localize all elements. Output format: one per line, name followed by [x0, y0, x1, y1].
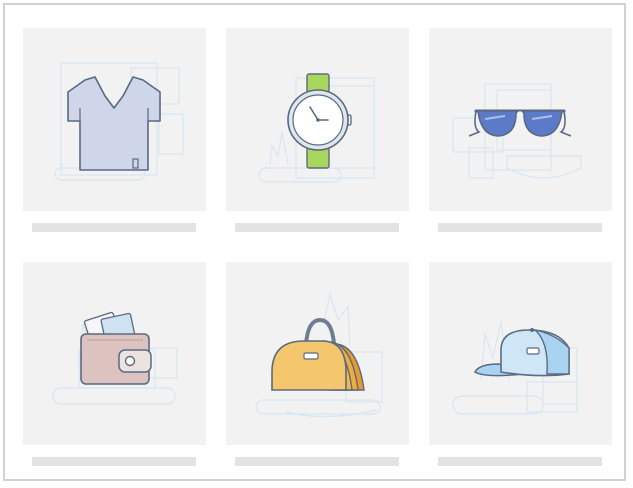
- product-card[interactable]: [226, 28, 409, 232]
- product-image[interactable]: [226, 28, 409, 211]
- product-name-placeholder: [438, 223, 602, 232]
- product-name-placeholder: [32, 223, 196, 232]
- product-card[interactable]: [23, 28, 206, 232]
- product-image[interactable]: [429, 28, 612, 211]
- sunglasses-icon: [452, 83, 582, 179]
- product-grid: [3, 3, 626, 481]
- product-name-placeholder: [32, 457, 196, 466]
- product-card[interactable]: [23, 262, 206, 466]
- wristwatch-icon: [258, 73, 375, 183]
- product-card[interactable]: [226, 262, 409, 466]
- product-image[interactable]: [429, 262, 612, 445]
- product-name-placeholder: [235, 457, 399, 466]
- product-image[interactable]: [226, 262, 409, 445]
- product-card[interactable]: [429, 28, 612, 232]
- product-card[interactable]: [429, 262, 612, 466]
- product-image[interactable]: [23, 262, 206, 445]
- product-name-placeholder: [235, 223, 399, 232]
- product-image[interactable]: [23, 28, 206, 211]
- baseball-cap-icon: [452, 321, 578, 415]
- t-shirt-icon: [54, 62, 184, 181]
- duffel-bag-icon: [255, 291, 383, 418]
- wallet-icon: [52, 311, 178, 405]
- product-name-placeholder: [438, 457, 602, 466]
